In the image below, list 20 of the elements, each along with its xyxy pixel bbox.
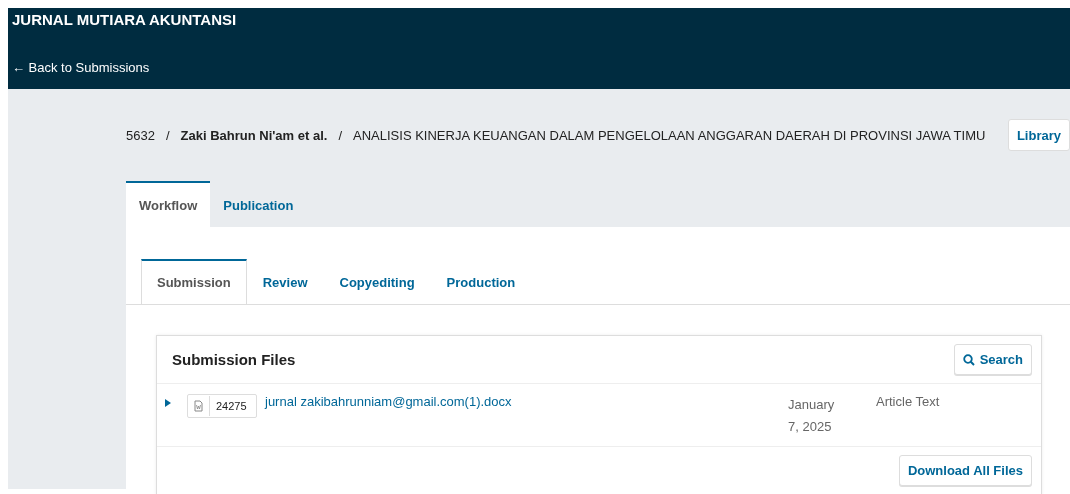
back-link[interactable]: ← Back to Submissions (12, 60, 1066, 75)
card-title: Submission Files (172, 351, 296, 368)
search-icon (962, 353, 975, 366)
stage-tab[interactable]: Submission (141, 259, 247, 304)
tab[interactable]: Workflow (126, 181, 211, 227)
file-id-badge: 24275 (187, 394, 257, 418)
search-button[interactable]: Search (953, 344, 1032, 375)
breadcrumb-separator: / (338, 127, 343, 143)
file-date: January 7, 2025 (788, 396, 836, 436)
submission-title: ANALISIS KINERJA KEUANGAN DALAM PENGELOLAAN ANGGARAN DAERAH DI PROVINSI JAWA TIMU (353, 127, 986, 143)
download-all-button[interactable]: Download All Files (898, 455, 1032, 486)
author-names: Zaki Bahrun Ni'am et al. (180, 127, 328, 143)
library-button[interactable]: Library (1007, 119, 1070, 151)
tab[interactable]: Publication (210, 181, 307, 227)
file-link[interactable]: jurnal zakibahrunniam@gmail.com(1).docx (265, 394, 788, 438)
file-type: Article Text (876, 394, 941, 411)
caret-right-icon (165, 399, 172, 407)
journal-title: JURNAL MUTIARA AKUNTANSI (12, 11, 238, 28)
submission-id: 5632 (126, 127, 155, 143)
breadcrumb-separator: / (165, 127, 170, 143)
